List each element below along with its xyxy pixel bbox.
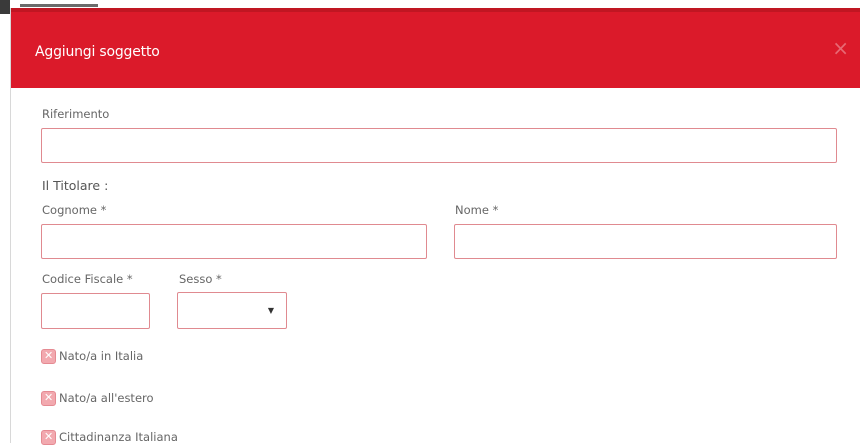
header-strip — [11, 8, 860, 12]
checkbox-label: Nato/a all'estero — [59, 391, 154, 405]
chevron-down-icon: ▼ — [267, 306, 274, 315]
modal-title: Aggiungi soggetto — [35, 44, 160, 60]
sesso-label: Sesso * — [179, 272, 222, 286]
nome-label: Nome * — [455, 203, 499, 217]
codice-fiscale-label: Codice Fiscale * — [42, 272, 133, 286]
checkbox-icon[interactable] — [41, 348, 56, 364]
codice-fiscale-input[interactable] — [41, 293, 150, 329]
nome-input[interactable] — [454, 224, 837, 259]
modal-header: Aggiungi soggetto × — [11, 8, 860, 88]
titolare-heading: Il Titolare : — [42, 178, 109, 193]
riferimento-label: Riferimento — [42, 107, 110, 121]
add-subject-modal: Aggiungi soggetto × Riferimento Il Titol… — [10, 8, 860, 446]
cognome-input[interactable] — [41, 224, 427, 259]
checkbox-icon[interactable] — [41, 429, 56, 445]
checkbox-icon[interactable] — [41, 390, 56, 406]
checkbox-cittadinanza-italiana[interactable]: Cittadinanza Italiana — [41, 428, 178, 446]
backdrop-tab-indicator — [20, 4, 98, 7]
checkbox-label: Cittadinanza Italiana — [59, 430, 178, 444]
backdrop-shade — [0, 0, 10, 14]
checkbox-nato-italia[interactable]: Nato/a in Italia — [41, 347, 143, 365]
cognome-label: Cognome * — [42, 203, 107, 217]
close-icon[interactable]: × — [832, 36, 849, 60]
riferimento-input[interactable] — [41, 128, 837, 163]
sesso-select[interactable]: ▼ — [177, 292, 287, 329]
checkbox-nato-estero[interactable]: Nato/a all'estero — [41, 389, 154, 407]
checkbox-label: Nato/a in Italia — [59, 349, 144, 363]
